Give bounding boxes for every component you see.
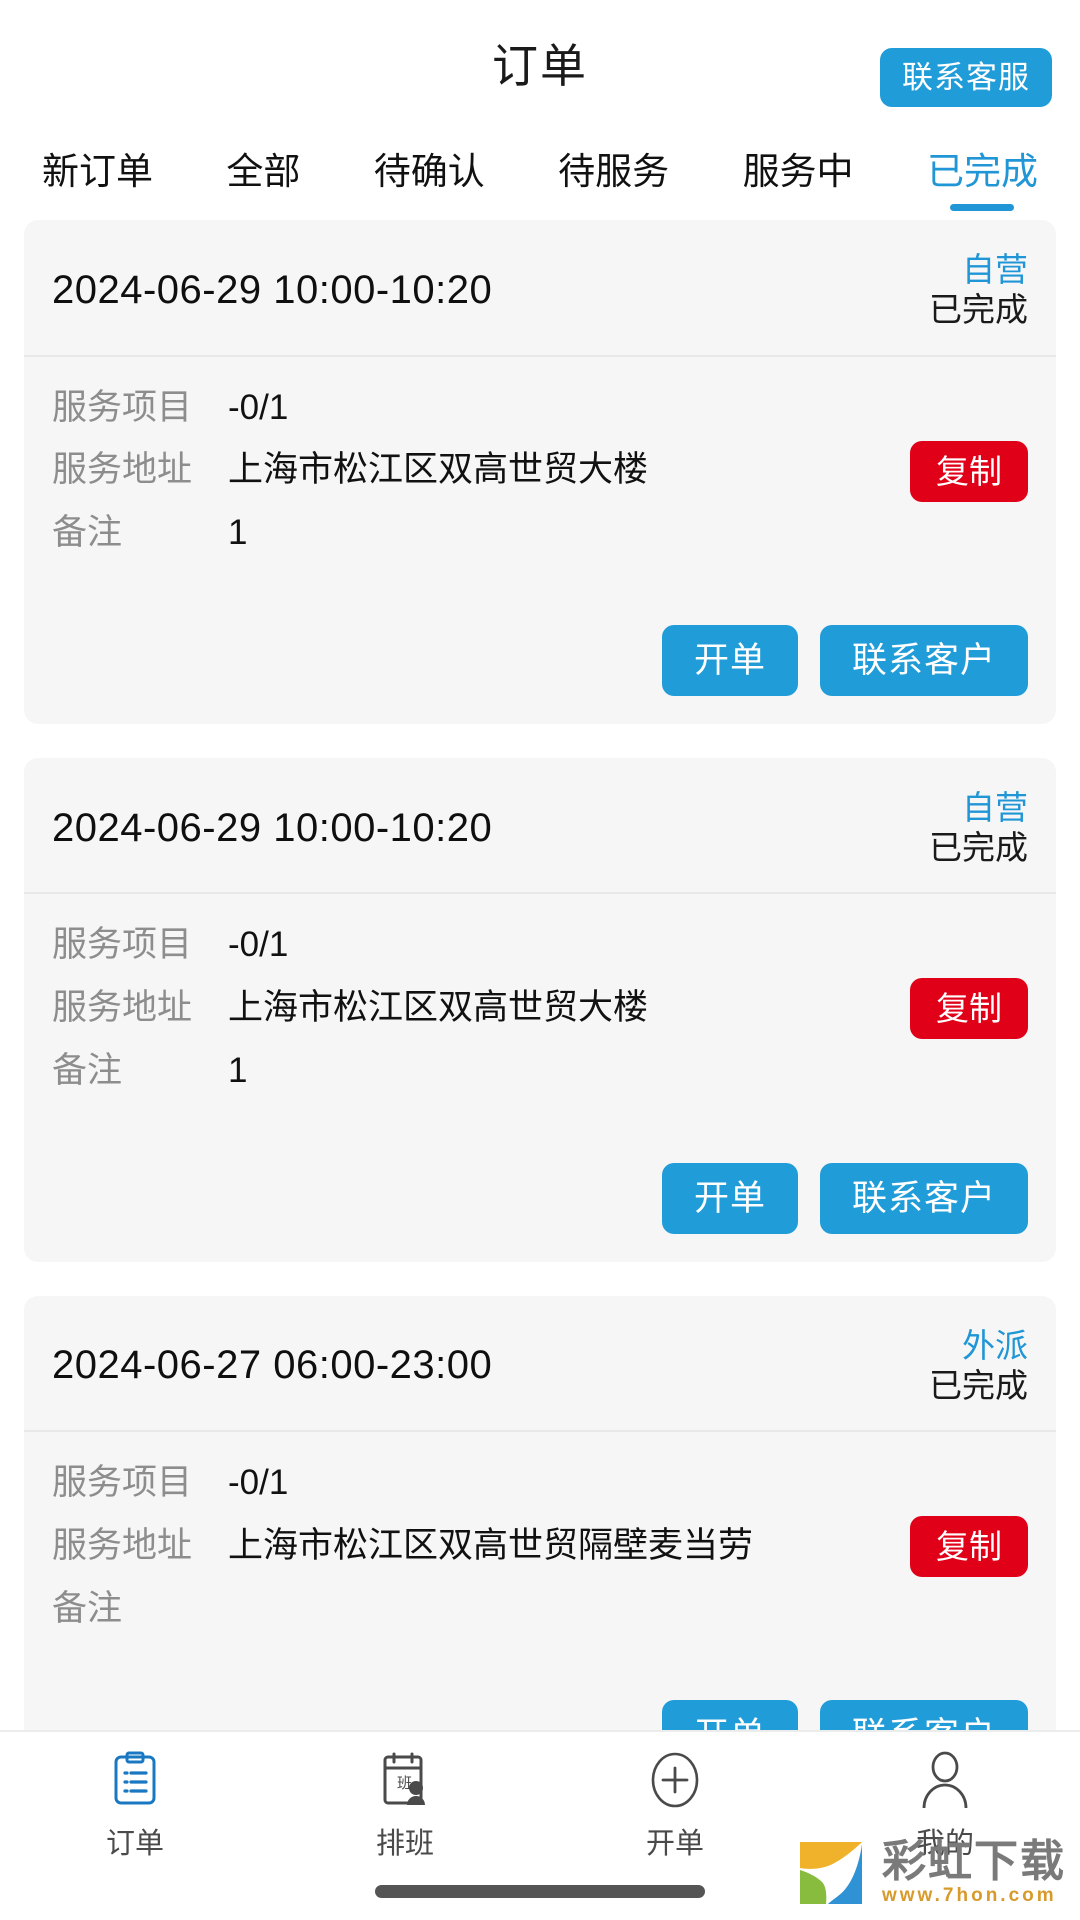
- order-card-body: 服务项目 -0/1 服务地址 上海市松江区双高世贸隔壁麦当劳 备注 复制: [24, 1432, 1056, 1676]
- nav-item-profile[interactable]: 我的: [810, 1750, 1080, 1862]
- create-order-button[interactable]: 开单: [661, 624, 798, 696]
- copy-address-button[interactable]: 复制: [910, 1516, 1028, 1577]
- person-icon: [915, 1750, 975, 1810]
- service-item-row: 服务项目 -0/1: [52, 920, 1028, 971]
- service-item-row: 服务项目 -0/1: [52, 383, 1028, 434]
- nav-item-orders[interactable]: 订单: [0, 1750, 270, 1862]
- order-card-body: 服务项目 -0/1 服务地址 上海市松江区双高世贸大楼 备注 1 复制: [24, 357, 1056, 601]
- order-status-badge: 已完成: [929, 1366, 1028, 1404]
- order-status-tabs: 新订单 全部 待确认 待服务 服务中 已完成: [0, 125, 1080, 220]
- order-datetime: 2024-06-27 06:00-23:00: [52, 1343, 493, 1388]
- page-header: 订单 联系客服: [0, 0, 1080, 125]
- plus-circle-icon: [645, 1750, 705, 1810]
- service-address-row: 服务地址 上海市松江区双高世贸隔壁麦当劳: [52, 1521, 1028, 1572]
- order-card[interactable]: 2024-06-27 06:00-23:00 外派 已完成 服务项目 -0/1 …: [24, 1295, 1056, 1800]
- order-tags: 自营 已完成: [929, 250, 1028, 331]
- order-status-badge: 已完成: [929, 291, 1028, 329]
- contact-service-button[interactable]: 联系客服: [880, 48, 1052, 107]
- service-address-row: 服务地址 上海市松江区双高世贸大楼: [52, 445, 1028, 496]
- service-address-value: 上海市松江区双高世贸大楼: [228, 988, 649, 1027]
- home-indicator: [375, 1885, 705, 1898]
- order-card-header: 2024-06-29 10:00-10:20 自营 已完成: [24, 758, 1056, 895]
- nav-label-profile: 我的: [915, 1828, 974, 1860]
- service-item-value: -0/1: [228, 1463, 289, 1502]
- page-title: 订单: [492, 39, 588, 92]
- remark-row: 备注: [52, 1584, 1028, 1635]
- nav-item-schedule[interactable]: 班 排班: [270, 1750, 540, 1862]
- copy-address-button[interactable]: 复制: [910, 978, 1028, 1040]
- copy-address-button[interactable]: 复制: [910, 440, 1028, 502]
- service-item-value: -0/1: [228, 387, 289, 427]
- nav-label-create-order: 开单: [645, 1828, 704, 1860]
- remark-row: 备注 1: [52, 508, 1028, 559]
- service-item-label: 服务项目: [52, 1463, 193, 1502]
- order-tags: 自营 已完成: [929, 788, 1028, 869]
- service-item-value: -0/1: [228, 925, 289, 965]
- clipboard-list-icon: [105, 1750, 165, 1810]
- order-card[interactable]: 2024-06-29 10:00-10:20 自营 已完成 服务项目 -0/1 …: [24, 220, 1056, 724]
- order-tags: 外派 已完成: [929, 1326, 1028, 1407]
- service-address-label: 服务地址: [52, 450, 193, 490]
- service-item-row: 服务项目 -0/1: [52, 1458, 1028, 1509]
- tab-new-orders[interactable]: 新订单: [40, 135, 155, 213]
- service-address-label: 服务地址: [52, 1525, 193, 1565]
- service-item-label: 服务项目: [52, 387, 193, 427]
- order-card-header: 2024-06-27 06:00-23:00 外派 已完成: [24, 1296, 1056, 1432]
- remark-row: 备注 1: [52, 1046, 1028, 1097]
- app-screen: 订单 联系客服 新订单 全部 待确认 待服务 服务中 已完成 2024-06-2…: [0, 0, 1080, 1920]
- service-item-label: 服务项目: [52, 925, 193, 965]
- tab-pending-service[interactable]: 待服务: [556, 135, 671, 213]
- service-address-value: 上海市松江区双高世贸大楼: [228, 450, 649, 490]
- order-datetime: 2024-06-29 10:00-10:20: [52, 267, 493, 312]
- remark-label: 备注: [52, 1588, 123, 1628]
- contact-customer-button[interactable]: 联系客户: [819, 624, 1028, 696]
- order-card[interactable]: 2024-06-29 10:00-10:20 自营 已完成 服务项目 -0/1 …: [24, 757, 1056, 1262]
- order-channel-badge: 外派: [962, 1326, 1028, 1364]
- order-card-body: 服务项目 -0/1 服务地址 上海市松江区双高世贸大楼 备注 1 复制: [24, 894, 1056, 1138]
- order-channel-badge: 自营: [962, 251, 1028, 288]
- tab-in-service[interactable]: 服务中: [741, 135, 856, 213]
- contact-customer-button[interactable]: 联系客户: [819, 1162, 1028, 1234]
- order-list[interactable]: 2024-06-29 10:00-10:20 自营 已完成 服务项目 -0/1 …: [0, 220, 1080, 1920]
- order-status-badge: 已完成: [929, 829, 1028, 866]
- remark-value: 1: [228, 513, 248, 552]
- remark-value: [228, 1584, 1028, 1634]
- order-channel-badge: 自营: [962, 788, 1028, 826]
- service-address-row: 服务地址 上海市松江区双高世贸大楼: [52, 983, 1028, 1034]
- order-card-actions: 开单 联系客户: [24, 1139, 1056, 1262]
- tab-pending-confirm[interactable]: 待确认: [372, 135, 487, 213]
- nav-label-schedule: 排班: [375, 1828, 434, 1860]
- order-card-actions: 开单 联系客户: [24, 601, 1056, 724]
- create-order-button[interactable]: 开单: [661, 1162, 798, 1234]
- service-address-label: 服务地址: [52, 988, 193, 1027]
- tab-all[interactable]: 全部: [224, 135, 302, 213]
- tab-completed[interactable]: 已完成: [925, 135, 1040, 213]
- remark-label: 备注: [52, 1050, 123, 1090]
- service-address-value: 上海市松江区双高世贸隔壁麦当劳: [228, 1525, 754, 1565]
- order-card-header: 2024-06-29 10:00-10:20 自营 已完成: [24, 220, 1056, 357]
- nav-item-create-order[interactable]: 开单: [540, 1750, 810, 1862]
- order-datetime: 2024-06-29 10:00-10:20: [52, 805, 493, 850]
- remark-value: 1: [228, 1050, 248, 1090]
- remark-label: 备注: [52, 513, 123, 552]
- nav-label-orders: 订单: [105, 1828, 164, 1860]
- schedule-person-icon: 班: [375, 1750, 435, 1810]
- bottom-navigation: 订单 班 排班 开单 我的: [0, 1730, 1080, 1920]
